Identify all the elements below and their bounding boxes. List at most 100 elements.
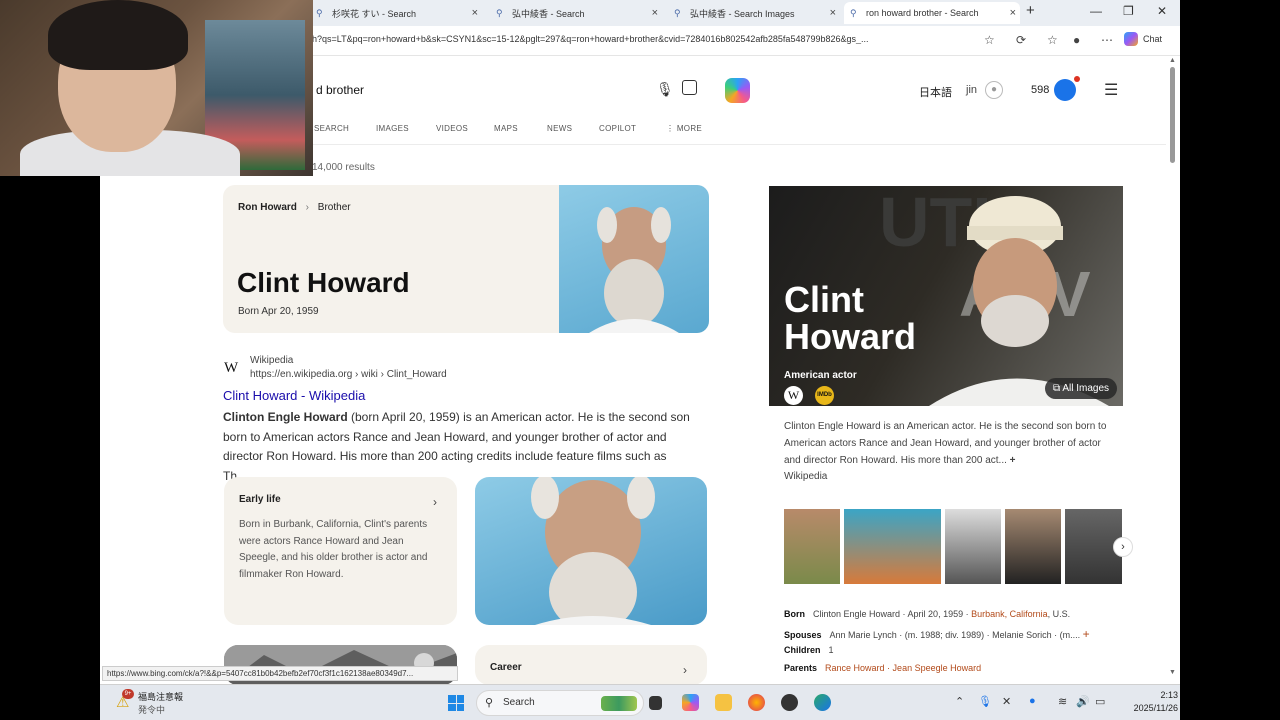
chevron-right-icon: ›: [433, 495, 437, 509]
battery-icon[interactable]: ▭: [1095, 695, 1105, 708]
url-field[interactable]: h?qs=LT&pq=ron+howard+b&sk=CSYN1&sc=15-1…: [312, 34, 977, 44]
language-link[interactable]: 日本語: [919, 84, 952, 100]
tab-news[interactable]: NEWS: [547, 124, 572, 133]
volume-icon[interactable]: 🔊: [1076, 695, 1090, 708]
carousel-image[interactable]: [945, 509, 1001, 584]
tab-search[interactable]: SEARCH: [314, 124, 349, 133]
tab-maps[interactable]: MAPS: [494, 124, 518, 133]
close-window-button[interactable]: ✕: [1157, 4, 1167, 18]
copilot-icon[interactable]: [682, 694, 699, 711]
weather-alert-title[interactable]: 福島注意報: [138, 690, 183, 703]
tab-copilot[interactable]: COPILOT: [599, 124, 636, 133]
expand-button[interactable]: +: [1010, 455, 1016, 466]
all-images-button[interactable]: ⧉ All Images: [1045, 378, 1118, 399]
search-icon: ⚲: [850, 7, 857, 18]
chevron-up-icon[interactable]: ⌃: [955, 695, 964, 708]
task-view-icon[interactable]: [649, 696, 662, 710]
card-title: Early life: [239, 494, 281, 505]
carousel-image[interactable]: [844, 509, 941, 584]
microphone-icon[interactable]: 🎙: [656, 81, 674, 98]
wifi-icon[interactable]: ≋: [1058, 695, 1067, 708]
edge-icon[interactable]: [814, 694, 831, 711]
summary-source-link[interactable]: Wikipedia: [784, 471, 827, 482]
microphone-icon[interactable]: 🎙: [978, 695, 992, 708]
carousel-next-button[interactable]: ›: [1113, 537, 1133, 557]
fact-value: 1: [828, 645, 834, 655]
new-tab-button[interactable]: +: [1026, 2, 1035, 19]
wikipedia-icon: W: [224, 360, 239, 376]
breadcrumb-child: Brother: [317, 202, 351, 213]
result-url[interactable]: https://en.wikipedia.org › wiki › Clint_…: [250, 369, 447, 380]
search-input[interactable]: d brother: [316, 83, 364, 97]
result-source: Wikipedia: [250, 355, 294, 366]
profile-icon[interactable]: ●: [1073, 33, 1080, 47]
close-icon[interactable]: ×: [830, 7, 836, 19]
breadcrumb-parent[interactable]: Ron Howard: [238, 202, 297, 213]
hero-title: Clint Howard: [237, 267, 410, 298]
tab-3[interactable]: ⚲ 弘中綾香 - Search Images ×: [668, 2, 840, 24]
favorite-star-icon[interactable]: ☆: [984, 33, 995, 47]
close-icon[interactable]: ×: [472, 7, 478, 19]
fact-spouses: Spouses Ann Marie Lynch · (m. 1988; div. …: [784, 627, 1090, 641]
tab-videos[interactable]: VIDEOS: [436, 124, 468, 133]
clock-time[interactable]: 2:13: [1140, 690, 1178, 700]
close-icon[interactable]: ×: [1010, 7, 1016, 19]
onedrive-icon[interactable]: ●: [1029, 695, 1036, 707]
rewards-icon[interactable]: [1054, 79, 1076, 101]
avatar[interactable]: ●: [985, 81, 1003, 99]
tab-label: 弘中綾香 - Search Images: [690, 8, 795, 19]
app-icon[interactable]: [781, 694, 798, 711]
taskbar-search[interactable]: ⚲ Search: [476, 690, 644, 716]
more-icon[interactable]: ⋯: [1101, 33, 1113, 47]
clock-date[interactable]: 2025/11/26: [1122, 703, 1178, 713]
hero-photo[interactable]: [559, 185, 709, 333]
carousel-image[interactable]: [1005, 509, 1061, 584]
extensions-icon[interactable]: ⟳: [1016, 33, 1026, 47]
start-button[interactable]: [448, 695, 464, 711]
taskbar: ⚠ 9+ 福島注意報 発令中 ⚲ Search ⌃ 🎙 ✕ ● ≋ 🔊 ▭ 2:…: [100, 684, 1180, 720]
tray-icon[interactable]: ✕: [1002, 695, 1011, 708]
copilot-icon[interactable]: [725, 78, 750, 103]
knowledge-panel-hero[interactable]: UTH ASV Clint Howard American actor W IM…: [769, 186, 1123, 406]
minimize-button[interactable]: —: [1090, 4, 1102, 18]
file-explorer-icon[interactable]: [715, 694, 732, 711]
wikipedia-icon[interactable]: W: [784, 386, 803, 405]
tab-1[interactable]: ⚲ 杉咲花 すい - Search ×: [310, 2, 482, 24]
scroll-down-icon[interactable]: ▼: [1169, 669, 1176, 676]
webcam-overlay: [0, 0, 313, 176]
search-highlight-image: [601, 696, 637, 711]
early-life-card[interactable]: Early life › Born in Burbank, California…: [224, 477, 457, 625]
portrait-card-image[interactable]: [475, 477, 707, 625]
close-icon[interactable]: ×: [652, 7, 658, 19]
tab-images[interactable]: IMAGES: [376, 124, 409, 133]
chevron-right-icon: ›: [305, 202, 310, 213]
webcam-person-hair: [48, 0, 188, 70]
tab-label: 杉咲花 すい - Search: [332, 8, 417, 19]
user-name[interactable]: jin: [966, 84, 977, 96]
birthplace-link[interactable]: Burbank, California: [971, 609, 1048, 619]
fact-label: Children: [784, 645, 821, 655]
copilot-icon: [1124, 32, 1138, 46]
imdb-icon[interactable]: IMDb: [815, 386, 834, 405]
favorites-icon[interactable]: ☆: [1047, 33, 1058, 47]
carousel-image[interactable]: [784, 509, 840, 584]
career-card[interactable]: Career ›: [475, 645, 707, 685]
hero-born: Born Apr 20, 1959: [238, 306, 319, 317]
maximize-button[interactable]: ❐: [1123, 4, 1134, 18]
tab-2[interactable]: ⚲ 弘中綾香 - Search ×: [490, 2, 662, 24]
parents-link[interactable]: Rance Howard · Jean Speegle Howard: [825, 663, 981, 673]
tab-more[interactable]: ⋮ MORE: [666, 124, 702, 133]
firefox-icon[interactable]: [748, 694, 765, 711]
hamburger-menu-icon[interactable]: ☰: [1104, 80, 1118, 100]
scrollbar[interactable]: ▲ ▼: [1166, 57, 1180, 683]
result-title-link[interactable]: Clint Howard - Wikipedia: [223, 388, 365, 403]
search-icon: ⚲: [485, 697, 494, 709]
visual-search-icon[interactable]: [682, 80, 697, 95]
rewards-points[interactable]: 598: [1031, 84, 1049, 96]
answer-hero-card[interactable]: Ron Howard › Brother Clint Howard Born A…: [223, 185, 709, 333]
chat-button[interactable]: Chat: [1124, 32, 1162, 46]
scroll-thumb[interactable]: [1170, 67, 1175, 163]
tab-4-active[interactable]: ⚲ ron howard brother - Search ×: [844, 2, 1020, 24]
scroll-up-icon[interactable]: ▲: [1169, 57, 1176, 64]
expand-spouses-button[interactable]: +: [1083, 627, 1090, 641]
